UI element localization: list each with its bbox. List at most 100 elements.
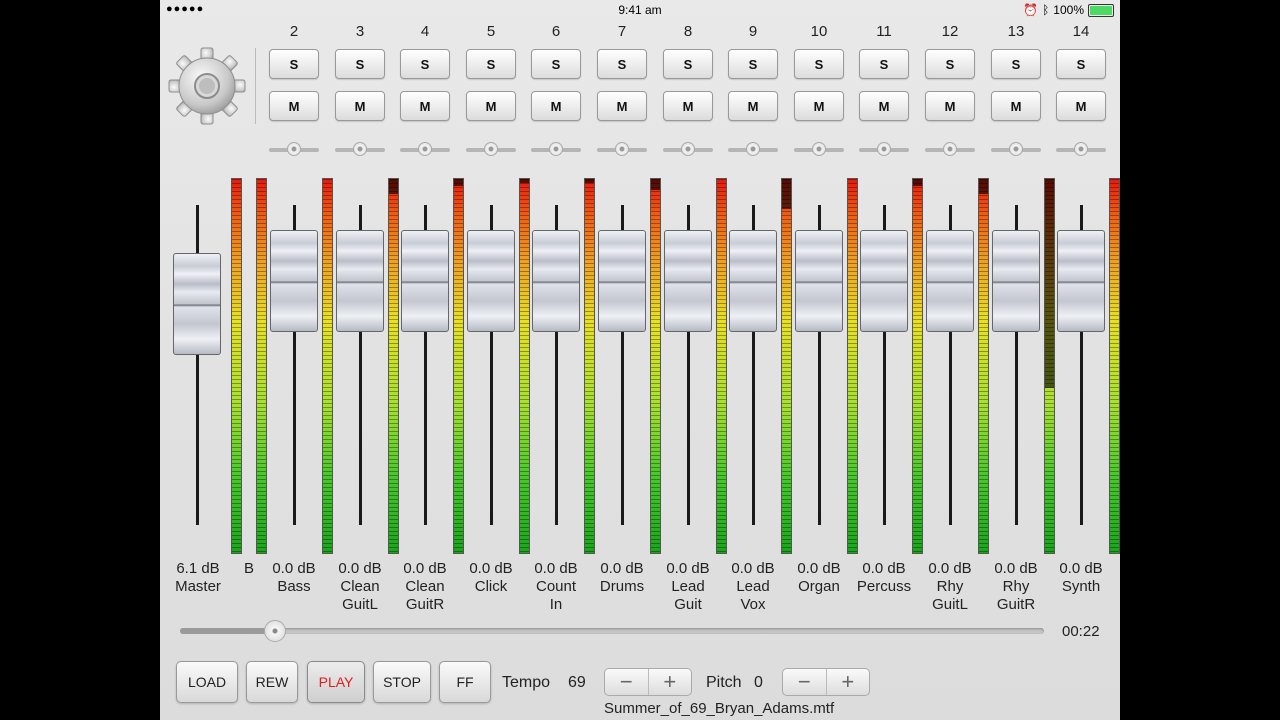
fader-cap[interactable]: [401, 230, 449, 332]
pitch-plus-button[interactable]: +: [827, 669, 870, 695]
level-meter-mask: [1045, 179, 1054, 389]
load-button[interactable]: LOAD: [176, 661, 238, 703]
channel-db: 0.0 dB: [666, 560, 710, 577]
mute-button[interactable]: M: [269, 91, 319, 121]
level-meter: [584, 178, 595, 554]
mute-button[interactable]: M: [859, 91, 909, 121]
master-fader-cap[interactable]: [173, 253, 221, 355]
pan-knob[interactable]: [746, 142, 760, 156]
pan-knob[interactable]: [615, 142, 629, 156]
solo-button[interactable]: S: [663, 49, 713, 79]
mute-button[interactable]: M: [1056, 91, 1106, 121]
master-db: 6.1 dB: [176, 560, 220, 577]
fader-cap[interactable]: [795, 230, 843, 332]
channel-number: 9: [748, 23, 758, 40]
play-button[interactable]: PLAY: [307, 661, 365, 703]
pan-knob[interactable]: [943, 142, 957, 156]
channel-number: 2: [289, 23, 299, 40]
channel-db: 0.0 dB: [797, 560, 841, 577]
channel-name: Rhy GuitR: [996, 578, 1036, 613]
solo-button[interactable]: S: [794, 49, 844, 79]
pan-slider[interactable]: [335, 142, 385, 156]
seek-knob[interactable]: [264, 620, 286, 642]
level-meter: [716, 178, 727, 554]
channel-label: 0.0 dB Rhy GuitR: [983, 560, 1049, 614]
pan-slider[interactable]: [531, 142, 581, 156]
mute-button[interactable]: M: [531, 91, 581, 121]
pan-slider[interactable]: [859, 142, 909, 156]
master-meter-right: [256, 178, 267, 554]
channel-label: 0.0 dB Synth: [1048, 560, 1114, 596]
pan-knob[interactable]: [418, 142, 432, 156]
fader-cap[interactable]: [860, 230, 908, 332]
channel-number: 14: [1072, 23, 1090, 40]
mute-button[interactable]: M: [597, 91, 647, 121]
solo-button[interactable]: S: [991, 49, 1041, 79]
pan-slider[interactable]: [663, 142, 713, 156]
solo-button[interactable]: S: [400, 49, 450, 79]
solo-button[interactable]: S: [466, 49, 516, 79]
fader-cap[interactable]: [1057, 230, 1105, 332]
pan-knob[interactable]: [353, 142, 367, 156]
mute-button[interactable]: M: [400, 91, 450, 121]
fader-cap[interactable]: [664, 230, 712, 332]
pan-knob[interactable]: [1009, 142, 1023, 156]
fader-cap[interactable]: [532, 230, 580, 332]
pan-slider[interactable]: [925, 142, 975, 156]
pan-slider[interactable]: [1056, 142, 1106, 156]
level-meter: [978, 178, 989, 554]
fader-cap[interactable]: [467, 230, 515, 332]
pan-slider[interactable]: [400, 142, 450, 156]
seek-bar[interactable]: [180, 628, 1044, 634]
channel-name: Drums: [599, 578, 645, 595]
solo-button[interactable]: S: [269, 49, 319, 79]
mute-button[interactable]: M: [663, 91, 713, 121]
pan-slider[interactable]: [991, 142, 1041, 156]
fader-cap[interactable]: [598, 230, 646, 332]
mute-button[interactable]: M: [925, 91, 975, 121]
pan-slider[interactable]: [269, 142, 319, 156]
fader-cap[interactable]: [926, 230, 974, 332]
pan-knob[interactable]: [484, 142, 498, 156]
pan-slider[interactable]: [597, 142, 647, 156]
ff-button[interactable]: FF: [439, 661, 491, 703]
fader-cap[interactable]: [270, 230, 318, 332]
fader-cap[interactable]: [336, 230, 384, 332]
pan-slider[interactable]: [728, 142, 778, 156]
mute-button[interactable]: M: [794, 91, 844, 121]
channel-number: 4: [420, 23, 430, 40]
level-meter: [1109, 178, 1120, 554]
pan-knob[interactable]: [1074, 142, 1088, 156]
solo-button[interactable]: S: [335, 49, 385, 79]
master-meter: [231, 178, 242, 554]
mute-button[interactable]: M: [991, 91, 1041, 121]
pan-knob[interactable]: [812, 142, 826, 156]
solo-button[interactable]: S: [531, 49, 581, 79]
fader-cap[interactable]: [729, 230, 777, 332]
pitch-label: Pitch: [706, 674, 742, 691]
rew-button[interactable]: REW: [246, 661, 298, 703]
tempo-plus-button[interactable]: +: [649, 669, 692, 695]
solo-button[interactable]: S: [1056, 49, 1106, 79]
solo-button[interactable]: S: [728, 49, 778, 79]
solo-button[interactable]: S: [597, 49, 647, 79]
pan-slider[interactable]: [466, 142, 516, 156]
pan-slider[interactable]: [794, 142, 844, 156]
pitch-minus-button[interactable]: −: [783, 669, 827, 695]
solo-button[interactable]: S: [925, 49, 975, 79]
level-meter-mask: [389, 179, 398, 194]
fader-cap[interactable]: [992, 230, 1040, 332]
pan-knob[interactable]: [681, 142, 695, 156]
pan-knob[interactable]: [877, 142, 891, 156]
settings-gear-icon[interactable]: [168, 46, 246, 126]
pan-knob[interactable]: [287, 142, 301, 156]
pan-knob[interactable]: [549, 142, 563, 156]
level-meter: [847, 178, 858, 554]
channel-name: Percuss: [856, 578, 912, 595]
solo-button[interactable]: S: [859, 49, 909, 79]
stop-button[interactable]: STOP: [373, 661, 431, 703]
mute-button[interactable]: M: [466, 91, 516, 121]
mute-button[interactable]: M: [728, 91, 778, 121]
mute-button[interactable]: M: [335, 91, 385, 121]
tempo-minus-button[interactable]: −: [605, 669, 649, 695]
